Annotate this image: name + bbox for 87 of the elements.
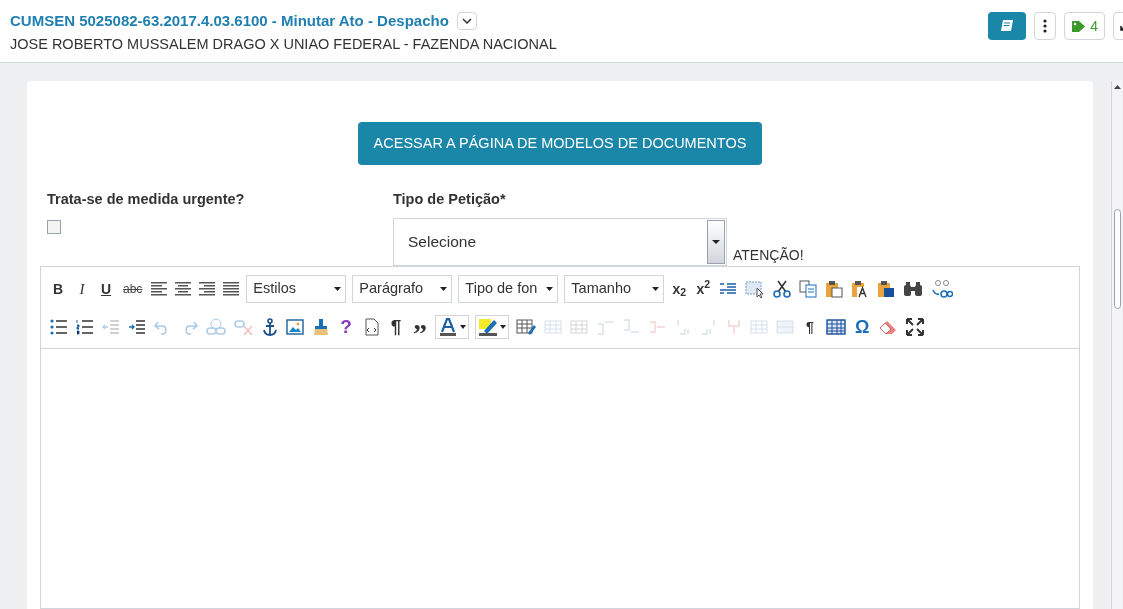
highlight-color-icon (478, 318, 498, 336)
format-dropdown[interactable]: Tipo de fon (458, 275, 559, 303)
highlight-color-button[interactable] (475, 315, 509, 339)
caret-icon (500, 325, 506, 329)
clipboard-document-icon (877, 280, 896, 298)
insert-column-after-icon (700, 319, 718, 335)
brush-icon (312, 318, 330, 336)
dropdown-button[interactable] (456, 12, 477, 31)
select-all-icon (745, 280, 766, 298)
help-button[interactable]: ? (337, 316, 355, 338)
chevron-down-icon (461, 18, 472, 25)
caret-icon (546, 287, 554, 291)
align-center-icon (175, 281, 192, 297)
table-rows-icon (544, 319, 562, 335)
special-character-button[interactable]: Ω (853, 316, 872, 338)
parties-text: JOSE ROBERTO MUSSALEM DRAGO X UNIAO FEDERAL - FAZENDA NACIONAL (10, 34, 557, 54)
insert-row-after-icon (622, 319, 640, 335)
blockquote-button[interactable]: ” (411, 316, 429, 338)
justify-icon (223, 281, 240, 297)
book-button[interactable] (988, 12, 1027, 40)
copy-button[interactable] (798, 277, 819, 301)
format-lines-icon (719, 281, 738, 297)
urgent-label: Trata-se de medida urgente? (47, 190, 246, 209)
image-icon (286, 318, 304, 336)
paragraph-mark-button[interactable]: ¶ (801, 316, 819, 338)
numbered-list-icon (76, 319, 94, 335)
indent-icon (128, 319, 146, 335)
replace-button[interactable] (930, 277, 955, 301)
replace-icon (931, 279, 954, 299)
task-name: - Minutar Ato - Despacho (270, 12, 449, 29)
clipboard-letter-icon (851, 280, 870, 298)
binoculars-icon (903, 281, 924, 297)
scroll-thumb[interactable] (1113, 209, 1121, 309)
align-left-icon (151, 281, 168, 297)
caret-icon (334, 287, 342, 291)
source-code-icon (362, 318, 380, 336)
table-icon (826, 318, 846, 336)
scroll-up-icon (1113, 85, 1121, 89)
split-cell-icon (776, 319, 794, 335)
more-button[interactable] (1034, 12, 1057, 40)
petition-type-label: Tipo de Petição* (393, 190, 507, 209)
document-models-button[interactable]: ACESSAR A PÁGINA DE MODELOS DE DOCUMENTOS (357, 122, 763, 165)
text-color-icon (438, 318, 458, 336)
copy-icon (799, 280, 818, 298)
superscript-button[interactable]: x$^{2}$ (694, 278, 713, 300)
strikethrough-button[interactable]: abc (121, 278, 145, 300)
anchor-button[interactable] (261, 315, 279, 339)
text-color-button[interactable] (435, 315, 469, 339)
book-icon (999, 19, 1016, 33)
table-grid-icon (570, 319, 588, 335)
scrollbar[interactable] (1111, 81, 1122, 609)
italic-button[interactable]: I (73, 278, 91, 300)
align-right-icon (199, 281, 216, 297)
delete-row-icon (648, 319, 666, 335)
attention-text: ATENÇÃO! (733, 245, 804, 265)
bold-button[interactable]: B (49, 278, 67, 300)
process-number-link[interactable]: CUMSEN 5025082-63.2017.4.03.6100 (10, 12, 268, 29)
kebab-icon (1043, 19, 1048, 33)
caret-icon (440, 287, 448, 291)
subscript-button[interactable]: x$_{2}$ (670, 278, 689, 300)
insert-column-before-icon (674, 319, 692, 335)
bullet-list-icon (50, 319, 68, 335)
petition-type-select[interactable]: Selecione (393, 217, 727, 266)
format-dropdown[interactable]: Tamanho (564, 275, 665, 303)
delete-column-icon (726, 319, 742, 335)
eraser-icon (878, 318, 899, 336)
merge-cells-icon (750, 319, 768, 335)
urgent-checkbox[interactable] (47, 219, 61, 234)
clipboard-icon (825, 280, 844, 298)
scissors-icon (773, 280, 792, 298)
format-dropdown[interactable]: Estilos (246, 275, 347, 303)
maximize-icon (906, 318, 925, 336)
outdent-icon (102, 319, 120, 335)
caret-icon (712, 239, 720, 244)
caret-icon (652, 287, 660, 291)
tag-icon (1071, 19, 1087, 33)
tags-button[interactable]: 4 (1064, 12, 1105, 40)
show-blocks-button[interactable]: ¶ (387, 316, 405, 338)
anchor-icon (262, 318, 278, 336)
underline-button[interactable]: U (97, 278, 115, 300)
table-edit-icon (516, 318, 536, 336)
caret-icon (460, 325, 466, 329)
maximize-button[interactable] (905, 315, 926, 339)
link-icon (206, 318, 226, 336)
unlink-icon (234, 318, 254, 336)
insert-row-before-icon (596, 319, 614, 335)
format-dropdown[interactable]: Parágrafo (352, 275, 453, 303)
